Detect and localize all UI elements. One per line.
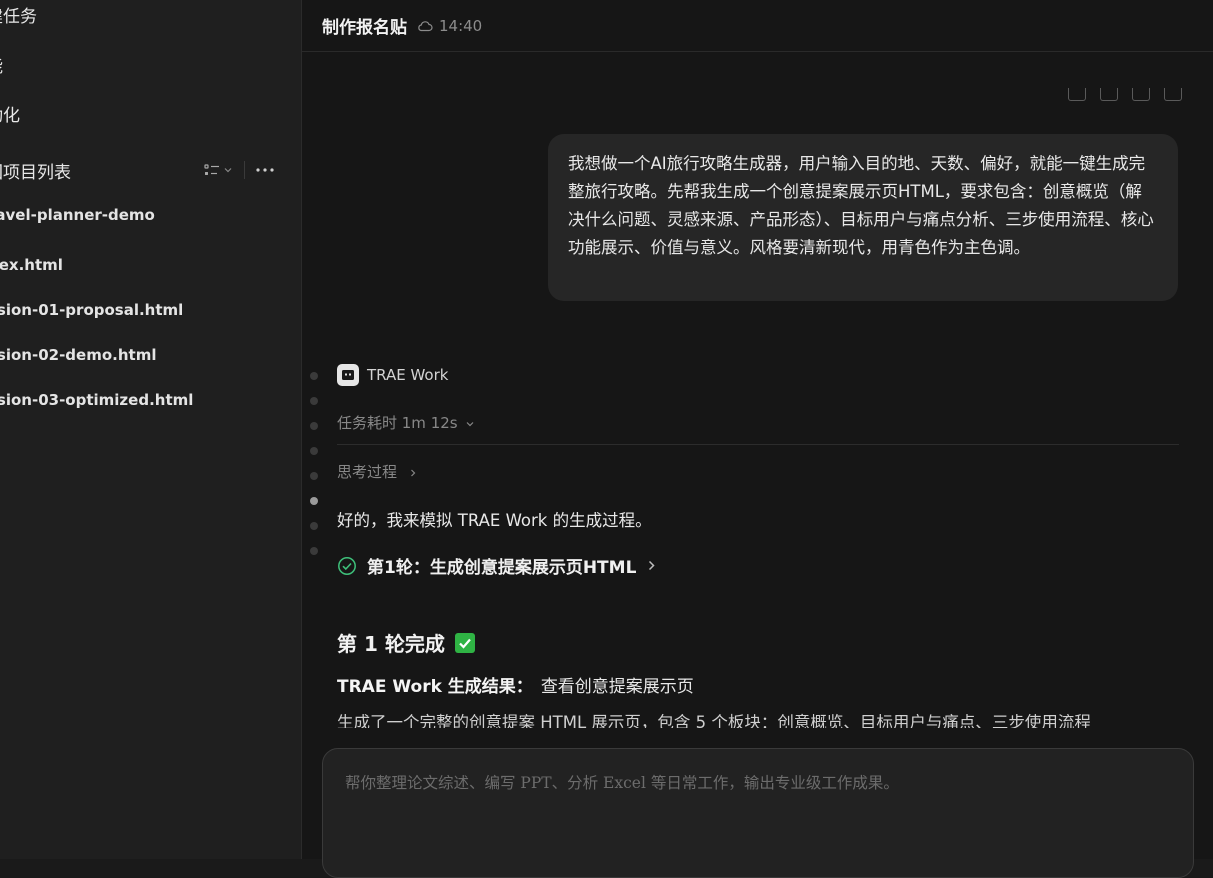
more-options-button[interactable] bbox=[253, 160, 277, 180]
save-time: 14:40 bbox=[439, 16, 483, 35]
result-summary: 生成了一个完整的创意提案 HTML 展示页，包含 5 个板块：创意概览、目标用户… bbox=[337, 713, 1091, 728]
project-folder[interactable]: ravel-planner-demo bbox=[0, 206, 155, 224]
timeline-dot-active[interactable] bbox=[310, 497, 318, 505]
retry-icon[interactable] bbox=[1164, 88, 1182, 101]
agent-reply: 好的，我来模拟 TRAE Work 的生成过程。 bbox=[337, 511, 652, 530]
timeline-dot[interactable] bbox=[310, 422, 318, 430]
result-line: TRAE Work 生成结果： 查看创意提案展示页 bbox=[337, 672, 694, 697]
pin-icon[interactable] bbox=[1100, 88, 1118, 101]
message-actions bbox=[1068, 88, 1182, 101]
sidebar: 建任务 能 动化 回项目列表 ra bbox=[0, 0, 302, 859]
timeline-dot[interactable] bbox=[310, 522, 318, 530]
list-icon bbox=[204, 164, 219, 175]
agent-name: TRAE Work bbox=[367, 366, 449, 384]
user-message: 我想做一个AI旅行攻略生成器，用户输入目的地、天数、偏好，就能一键生成完整旅行攻… bbox=[548, 134, 1178, 301]
thinking-label: 思考过程 bbox=[337, 463, 398, 481]
sidebar-item-skills[interactable]: 能 bbox=[0, 52, 3, 77]
page-title: 制作报名贴 bbox=[322, 18, 407, 38]
summary-clip: 生成了一个完整的创意提案 HTML 展示页，包含 5 个板块：创意概览、目标用户… bbox=[337, 712, 1177, 728]
conversation-timeline bbox=[310, 372, 320, 572]
share-icon[interactable] bbox=[1132, 88, 1150, 101]
sidebar-item-automation[interactable]: 动化 bbox=[0, 101, 20, 126]
agent-header: TRAE Work bbox=[337, 364, 448, 386]
check-mark-icon bbox=[454, 632, 475, 653]
file-item[interactable]: ssion-01-proposal.html bbox=[0, 301, 183, 319]
more-horizontal-icon bbox=[256, 168, 274, 172]
round-step[interactable]: 第1轮：生成创意提案展示页HTML bbox=[337, 553, 655, 578]
sidebar-item-new-task[interactable]: 建任务 bbox=[0, 2, 37, 27]
cloud-icon bbox=[417, 20, 433, 32]
file-item[interactable]: ssion-03-optimized.html bbox=[0, 391, 193, 409]
round-complete-text: 第 1 轮完成 bbox=[337, 632, 445, 656]
file-item[interactable]: ssion-02-demo.html bbox=[0, 346, 156, 364]
bot-icon bbox=[342, 370, 354, 380]
chevron-right-icon bbox=[649, 560, 655, 571]
task-duration: 任务耗时 1m 12s bbox=[337, 414, 458, 432]
chevron-down-icon bbox=[466, 421, 474, 426]
back-to-project-list[interactable]: 回项目列表 bbox=[0, 158, 71, 183]
timeline-dot[interactable] bbox=[310, 372, 318, 380]
divider bbox=[337, 444, 1179, 445]
result-label: TRAE Work 生成结果： bbox=[337, 677, 533, 697]
thinking-process-toggle[interactable]: 思考过程 bbox=[337, 461, 416, 482]
timeline-dot[interactable] bbox=[310, 397, 318, 405]
timeline-dot[interactable] bbox=[310, 447, 318, 455]
message-input[interactable] bbox=[343, 773, 1177, 793]
chat-header: 制作报名贴 14:40 bbox=[302, 0, 1213, 52]
chevron-right-icon bbox=[410, 469, 416, 476]
divider bbox=[244, 161, 245, 179]
round-complete-heading: 第 1 轮完成 bbox=[337, 628, 475, 657]
timeline-dot[interactable] bbox=[310, 472, 318, 480]
agent-avatar bbox=[337, 364, 359, 386]
view-proposal-link[interactable]: 查看创意提案展示页 bbox=[541, 677, 694, 697]
task-duration-toggle[interactable]: 任务耗时 1m 12s bbox=[337, 412, 474, 433]
timeline-dot[interactable] bbox=[310, 547, 318, 555]
list-view-toggle[interactable] bbox=[200, 160, 236, 180]
project-list-header: 回项目列表 bbox=[0, 158, 286, 183]
chevron-down-icon bbox=[224, 168, 232, 173]
check-circle-icon bbox=[338, 556, 356, 575]
copy-icon[interactable] bbox=[1068, 88, 1086, 101]
round-label: 第1轮：生成创意提案展示页HTML bbox=[367, 558, 637, 578]
chat-panel: 制作报名贴 14:40 我想做一个AI旅行攻略生成器，用户输入目的地、天数、偏好… bbox=[302, 0, 1213, 878]
file-item[interactable]: dex.html bbox=[0, 256, 63, 274]
